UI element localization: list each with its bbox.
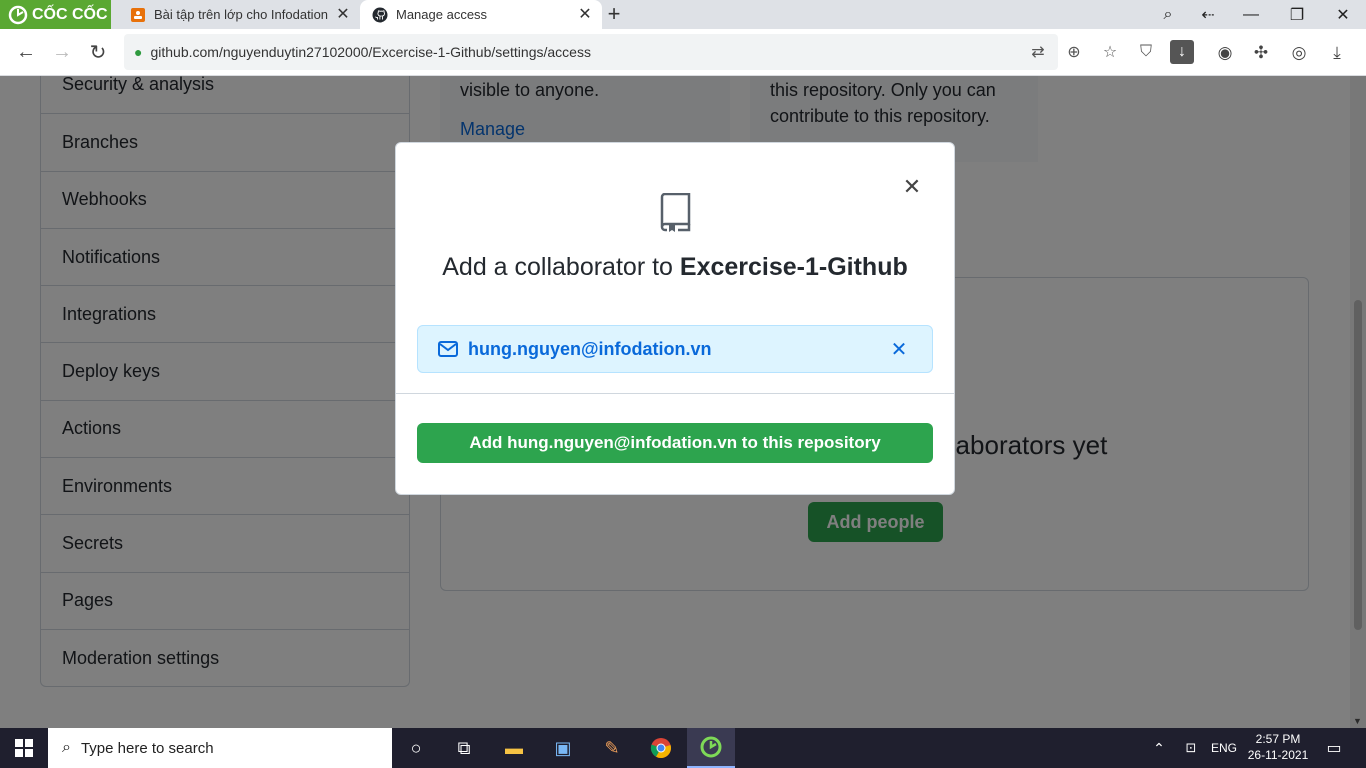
close-window-button[interactable]: ✕	[1320, 0, 1366, 29]
coccoc-taskbar-icon[interactable]	[687, 728, 735, 768]
dialog-title-prefix: Add a collaborator to	[442, 253, 680, 281]
search-placeholder: Type here to search	[80, 739, 214, 757]
browser-toolbar: ← → ↻ ● github.com/nguyenduytin27102000/…	[0, 29, 1366, 76]
repository-name: Excercise-1-Github	[679, 253, 908, 281]
bookmark-star-icon[interactable]: ☆	[1098, 40, 1122, 64]
close-dialog-icon[interactable]: ✕	[900, 174, 924, 199]
tab-title: Manage access	[396, 7, 488, 22]
show-hidden-icons-chevron-icon[interactable]: ⌃	[1148, 728, 1170, 768]
repo-icon	[660, 193, 691, 232]
coccoc-menu-button[interactable]: CỐC CỐC	[0, 0, 111, 29]
windows-taskbar: ⌕ Type here to search ○ ⧉ ▬ ▣ ✎ ⌃ ⊡ ENG …	[0, 728, 1366, 768]
remote-desktop-icon[interactable]: ▣	[539, 728, 587, 768]
download-video-icon[interactable]: ↓	[1170, 40, 1194, 64]
chrome-extension-icon[interactable]: ◉	[1213, 41, 1237, 65]
zoom-icon[interactable]: ⊕	[1062, 40, 1086, 64]
close-tab-icon[interactable]: ✕	[334, 5, 352, 23]
add-collaborator-dialog: ✕ Add a collaborator to Excercise-1-Gith…	[395, 142, 955, 495]
back-arrow-icon[interactable]: ⇠	[1185, 0, 1231, 29]
brand-name: CỐC CỐC	[32, 5, 108, 23]
restore-button[interactable]: ❐	[1274, 0, 1320, 29]
browser-tab-manage-access[interactable]: Manage access ✕	[360, 0, 602, 29]
document-icon	[131, 7, 145, 22]
chrome-logo-icon	[650, 738, 671, 759]
address-bar[interactable]: ● github.com/nguyenduytin27102000/Excerc…	[124, 34, 1058, 70]
cortana-icon[interactable]: ○	[392, 728, 440, 768]
file-explorer-icon[interactable]: ▬	[490, 728, 538, 768]
coccoc-logo-icon	[700, 736, 722, 758]
extensions-puzzle-icon[interactable]: ✣	[1249, 41, 1273, 65]
windows-logo-icon	[15, 739, 33, 757]
paint-icon[interactable]: ✎	[588, 728, 636, 768]
secure-lock-icon: ●	[134, 44, 143, 60]
dialog-title: Add a collaborator to Excercise-1-Github	[396, 253, 954, 282]
url-text: github.com/nguyenduytin27102000/Excercis…	[150, 44, 591, 60]
coccoc-logo-icon	[8, 5, 28, 24]
close-tab-icon[interactable]: ✕	[576, 5, 594, 23]
search-icon: ⌕	[62, 739, 71, 756]
selected-user-email: hung.nguyen@infodation.vn	[468, 338, 712, 359]
mail-icon	[438, 341, 458, 357]
clock-time: 2:57 PM	[1255, 732, 1301, 746]
browser-tab-bar: CỐC CỐC Bài tập trên lớp cho Infodation …	[0, 0, 1366, 29]
browser-tab-assignment[interactable]: Bài tập trên lớp cho Infodation ✕	[118, 0, 360, 29]
task-view-icon[interactable]: ⧉	[440, 728, 488, 768]
remove-selection-icon[interactable]: ✕	[888, 338, 910, 361]
github-icon	[372, 7, 388, 22]
new-tab-button[interactable]: +	[602, 1, 626, 26]
taskbar-search-box[interactable]: ⌕ Type here to search	[48, 728, 392, 768]
profile-avatar-icon[interactable]: ◎	[1287, 41, 1311, 65]
add-collaborator-confirm-button[interactable]: Add hung.nguyen@infodation.vn to this re…	[417, 423, 933, 463]
start-button[interactable]	[0, 728, 48, 768]
reload-button[interactable]: ↻	[83, 37, 113, 67]
back-button[interactable]: ←	[11, 37, 41, 67]
selected-collaborator-chip: hung.nguyen@infodation.vn ✕	[417, 325, 933, 373]
downloads-icon[interactable]: ⤓	[1325, 41, 1349, 65]
shield-icon[interactable]: ⛉	[1134, 40, 1158, 64]
meet-now-icon[interactable]: ⊡	[1180, 728, 1202, 768]
chrome-icon[interactable]	[637, 728, 685, 768]
input-language-indicator[interactable]: ENG	[1208, 728, 1240, 768]
tab-title: Bài tập trên lớp cho Infodation	[154, 7, 329, 22]
translate-icon[interactable]: ⇄	[1026, 40, 1050, 64]
notification-center-icon[interactable]: ▭	[1318, 728, 1350, 768]
dialog-divider	[396, 393, 954, 394]
forward-button[interactable]: →	[47, 37, 77, 67]
clock-date: 26-11-2021	[1247, 748, 1309, 762]
minimize-button[interactable]: —	[1228, 0, 1274, 29]
system-clock[interactable]: 2:57 PM 26-11-2021	[1243, 731, 1313, 763]
